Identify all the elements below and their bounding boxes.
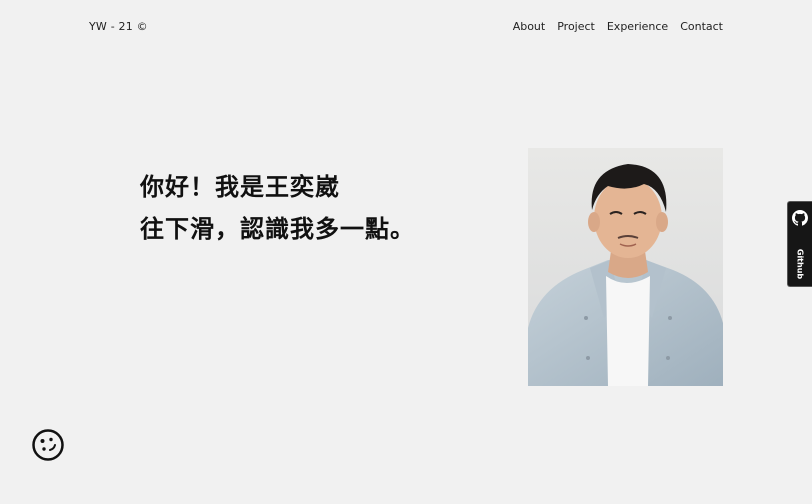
profile-photo-illustration (528, 148, 723, 386)
main-nav: About Project Experience Contact (513, 20, 723, 33)
hero-line-1: 你好！我是王奕崴 (140, 166, 415, 208)
site-brand[interactable]: YW - 21 © (89, 20, 148, 33)
github-link-tab[interactable]: Github (787, 201, 812, 287)
hero-greeting: 你好！我是 (140, 173, 265, 201)
cookie-settings-button[interactable] (31, 428, 65, 462)
nav-item-contact[interactable]: Contact (680, 20, 723, 33)
hero-name-highlight: 王奕崴 (265, 166, 340, 208)
github-icon (792, 210, 808, 226)
github-tab-label: Github (795, 248, 805, 280)
nav-item-experience[interactable]: Experience (607, 20, 668, 33)
nav-item-about[interactable]: About (513, 20, 546, 33)
hero-heading: 你好！我是王奕崴 往下滑，認識我多一點。 (140, 166, 415, 250)
cookie-icon (32, 429, 64, 461)
profile-photo (528, 148, 723, 386)
nav-item-project[interactable]: Project (557, 20, 595, 33)
hero-line-2: 往下滑，認識我多一點。 (140, 215, 415, 243)
